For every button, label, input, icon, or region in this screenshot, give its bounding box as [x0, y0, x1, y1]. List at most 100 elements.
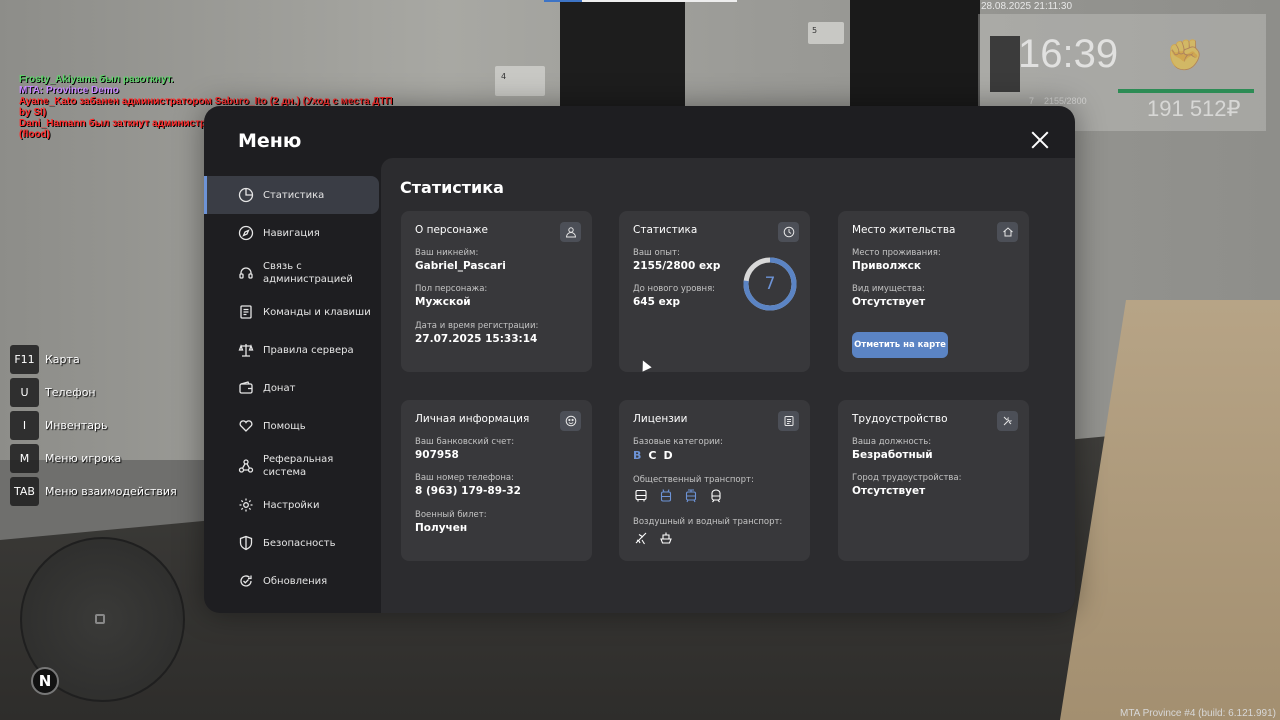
field-label: Базовые категории:	[633, 437, 723, 447]
hud-datetime: 28.08.2025 21:11:30	[981, 1, 1073, 12]
hint-label: Телефон	[45, 386, 96, 399]
gear-icon	[237, 497, 254, 514]
job-city-value: Отсутствует	[852, 485, 926, 497]
hint-phone: U Телефон	[10, 378, 177, 407]
next-level-value: 645 exp	[633, 296, 680, 308]
hint-key: TAB	[10, 477, 39, 506]
sidebar-item-help[interactable]: Помощь	[204, 407, 379, 445]
military-id-value: Получен	[415, 522, 468, 534]
hint-label: Меню взаимодействия	[45, 485, 177, 498]
map-marker-icon	[95, 614, 105, 624]
tram-icon	[683, 488, 699, 504]
hint-key: U	[10, 378, 39, 407]
license-icon	[778, 411, 799, 431]
health-bar	[1118, 89, 1254, 93]
sidebar-item-label: Безопасность	[263, 537, 336, 549]
sidebar-item-label: Обновления	[263, 575, 328, 587]
card-title: Статистика	[633, 224, 698, 236]
compass-north: N	[31, 667, 59, 695]
sidebar-item-security[interactable]: Безопасность	[204, 524, 379, 562]
license-category-c: C	[648, 449, 657, 462]
field-label: Дата и время регистрации:	[415, 321, 539, 331]
bus-icon	[633, 488, 649, 504]
hint-inventory: I Инвентарь	[10, 411, 177, 440]
card-licenses: Лицензии Базовые категории: BCD Обществе…	[619, 400, 810, 561]
sidebar-item-label: Реферальная система	[263, 453, 334, 478]
field-label: Ваш номер телефона:	[415, 473, 514, 483]
card-title: Личная информация	[415, 413, 530, 425]
hint-key: I	[10, 411, 39, 440]
card-character: О персонаже Ваш никнейм: Gabriel_Pascari…	[401, 211, 592, 372]
headset-icon	[237, 264, 254, 281]
sidebar-item-commands[interactable]: Команды и клавиши	[204, 293, 379, 331]
ship-icon	[658, 530, 674, 546]
sidebar-item-label: Правила сервера	[263, 344, 354, 356]
close-button[interactable]	[1028, 128, 1052, 152]
mark-on-map-button[interactable]: Отметить на карте	[852, 332, 948, 358]
phone-value: 8 (963) 179-89-32	[415, 485, 521, 497]
chat-line: MTA: Province Demo	[19, 85, 119, 96]
document-icon	[237, 304, 254, 321]
sidebar-item-statistics[interactable]: Статистика	[204, 176, 379, 214]
hud-exp-value: 2155/2800	[1044, 96, 1087, 106]
compass-icon	[237, 225, 254, 242]
trolleybus-icon	[658, 488, 674, 504]
hint-label: Меню игрока	[45, 452, 122, 465]
hud-money: 191 512₽	[1147, 96, 1241, 121]
field-label: Ваша должность:	[852, 437, 932, 447]
sidebar-item-updates[interactable]: Обновления	[204, 562, 379, 600]
sidebar-item-navigation[interactable]: Навигация	[204, 214, 379, 252]
menu-sidebar: Статистика Навигация Связь с администрац…	[204, 176, 379, 600]
scales-icon	[237, 342, 254, 359]
field-label: Место проживания:	[852, 248, 941, 258]
sidebar-item-label: Навигация	[263, 227, 320, 239]
pie-chart-icon	[237, 187, 254, 204]
room-sign-number: 4	[501, 72, 507, 81]
sidebar-item-label: Донат	[263, 382, 296, 394]
hint-label: Карта	[45, 353, 80, 366]
level-number: 7	[764, 274, 776, 294]
license-category-d: D	[663, 449, 673, 462]
metro-icon	[708, 488, 724, 504]
room-sign-number: 5	[812, 26, 818, 35]
player-avatar	[990, 36, 1020, 92]
field-label: До нового уровня:	[633, 284, 716, 294]
card-employment: Трудоустройство Ваша должность: Безработ…	[838, 400, 1029, 561]
sidebar-item-label: Настройки	[263, 499, 320, 511]
face-icon	[560, 411, 581, 431]
user-icon	[560, 222, 581, 242]
sidebar-item-contact-admin[interactable]: Связь с администрацией	[204, 252, 379, 293]
sidebar-item-label: Связь с администрацией	[263, 260, 353, 285]
position-value: Безработный	[852, 449, 933, 461]
nickname-value: Gabriel_Pascari	[415, 260, 506, 272]
field-label: Пол персонажа:	[415, 284, 488, 294]
hint-player-menu: M Меню игрока	[10, 444, 177, 473]
sidebar-item-settings[interactable]: Настройки	[204, 486, 379, 524]
hint-interaction-menu: TAB Меню взаимодействия	[10, 477, 177, 506]
build-info: MTA Province #4 (build: 6.121.991)	[1119, 708, 1276, 719]
sidebar-item-rules[interactable]: Правила сервера	[204, 331, 379, 369]
residence-value: Приволжск	[852, 260, 922, 272]
card-title: Место жительства	[852, 224, 956, 236]
loading-bar	[544, 0, 737, 2]
field-label: Ваш опыт:	[633, 248, 680, 258]
license-categories: BCD	[633, 449, 680, 462]
field-label: Общественный транспорт:	[633, 475, 754, 485]
sidebar-item-referral[interactable]: Реферальная система	[204, 445, 379, 486]
content-area: Статистика О персонаже Ваш никнейм: Gabr…	[381, 158, 1075, 613]
hint-label: Инвентарь	[45, 419, 108, 432]
public-transport-licenses	[633, 488, 733, 504]
sidebar-item-label: Команды и клавиши	[263, 306, 371, 318]
hint-map: F11 Карта	[10, 345, 177, 374]
sidebar-item-label: Статистика	[263, 189, 325, 201]
bank-account-value: 907958	[415, 449, 459, 461]
card-residence: Место жительства Место проживания: Приво…	[838, 211, 1029, 372]
sidebar-item-donate[interactable]: Донат	[204, 369, 379, 407]
shield-icon	[237, 535, 254, 552]
field-label: Военный билет:	[415, 510, 487, 520]
menu-window: Меню Статистика Навигация Связь с админи…	[204, 106, 1075, 613]
field-label: Город трудоустройства:	[852, 473, 962, 483]
fist-icon: ✊	[1166, 38, 1204, 73]
hud-level: 7	[1029, 96, 1035, 106]
menu-title: Меню	[238, 130, 302, 152]
